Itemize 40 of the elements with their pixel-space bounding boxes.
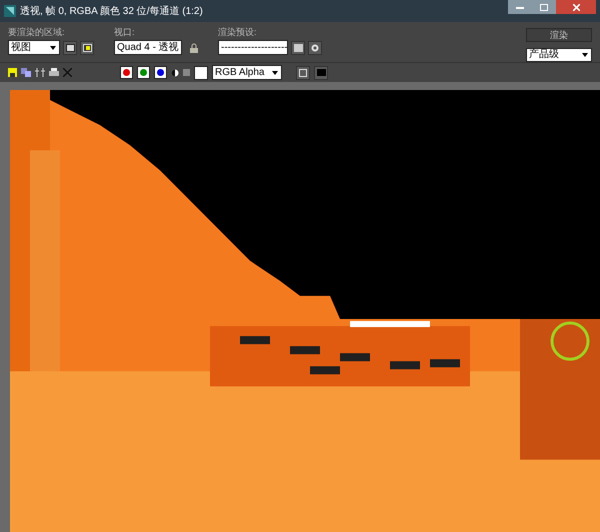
printer-icon[interactable] [49, 68, 59, 77]
preset-dropdown[interactable]: -------------------- [218, 40, 288, 55]
viewport-dropdown[interactable]: Quad 4 - 透视 [114, 40, 182, 55]
save-image-icon[interactable] [8, 68, 17, 77]
save-icon [294, 44, 302, 52]
copy-image-icon[interactable] [21, 68, 31, 77]
maximize-icon [540, 4, 548, 10]
area-dropdown[interactable]: 视图 [8, 40, 60, 55]
alpha-icon[interactable] [171, 68, 179, 76]
lock-icon[interactable] [190, 42, 198, 52]
channel-toggle[interactable] [154, 66, 167, 79]
panel-icon [299, 68, 307, 76]
maximize-button[interactable] [532, 0, 556, 14]
caret-icon [582, 53, 588, 58]
channel-dropdown[interactable]: RGB Alpha [212, 65, 282, 80]
preset-save-button[interactable] [291, 40, 305, 54]
toggle-ui-button[interactable] [296, 66, 310, 80]
render-button[interactable]: 渲染 [526, 28, 592, 42]
preset-label: 渲染预设: [218, 28, 258, 37]
minimize-icon [516, 6, 524, 8]
edit-region-button[interactable] [63, 40, 77, 54]
minimize-button[interactable] [508, 0, 532, 14]
area-label: 要渲染的区域: [8, 28, 66, 37]
close-button[interactable] [556, 0, 596, 14]
environment-button[interactable] [308, 40, 322, 54]
close-icon [572, 4, 580, 10]
color-swatch[interactable] [194, 66, 208, 80]
app-logo-icon [4, 5, 16, 17]
quality-dropdown[interactable]: 产品级 [526, 48, 592, 62]
circle-icon [311, 44, 319, 52]
caret-icon [272, 70, 278, 74]
channel-toggle[interactable] [137, 66, 150, 79]
window-title: 透视, 帧 0, RGBA 颜色 32 位/每通道 (1:2) [20, 4, 203, 18]
channel-toggle[interactable] [120, 66, 133, 79]
caret-icon [50, 46, 56, 50]
clone-icon[interactable] [35, 68, 45, 77]
auto-region-button[interactable] [80, 40, 94, 54]
panel-icon [316, 69, 326, 76]
toggle-overlay-button[interactable] [314, 66, 328, 80]
viewport-label: 视口: [114, 28, 136, 37]
